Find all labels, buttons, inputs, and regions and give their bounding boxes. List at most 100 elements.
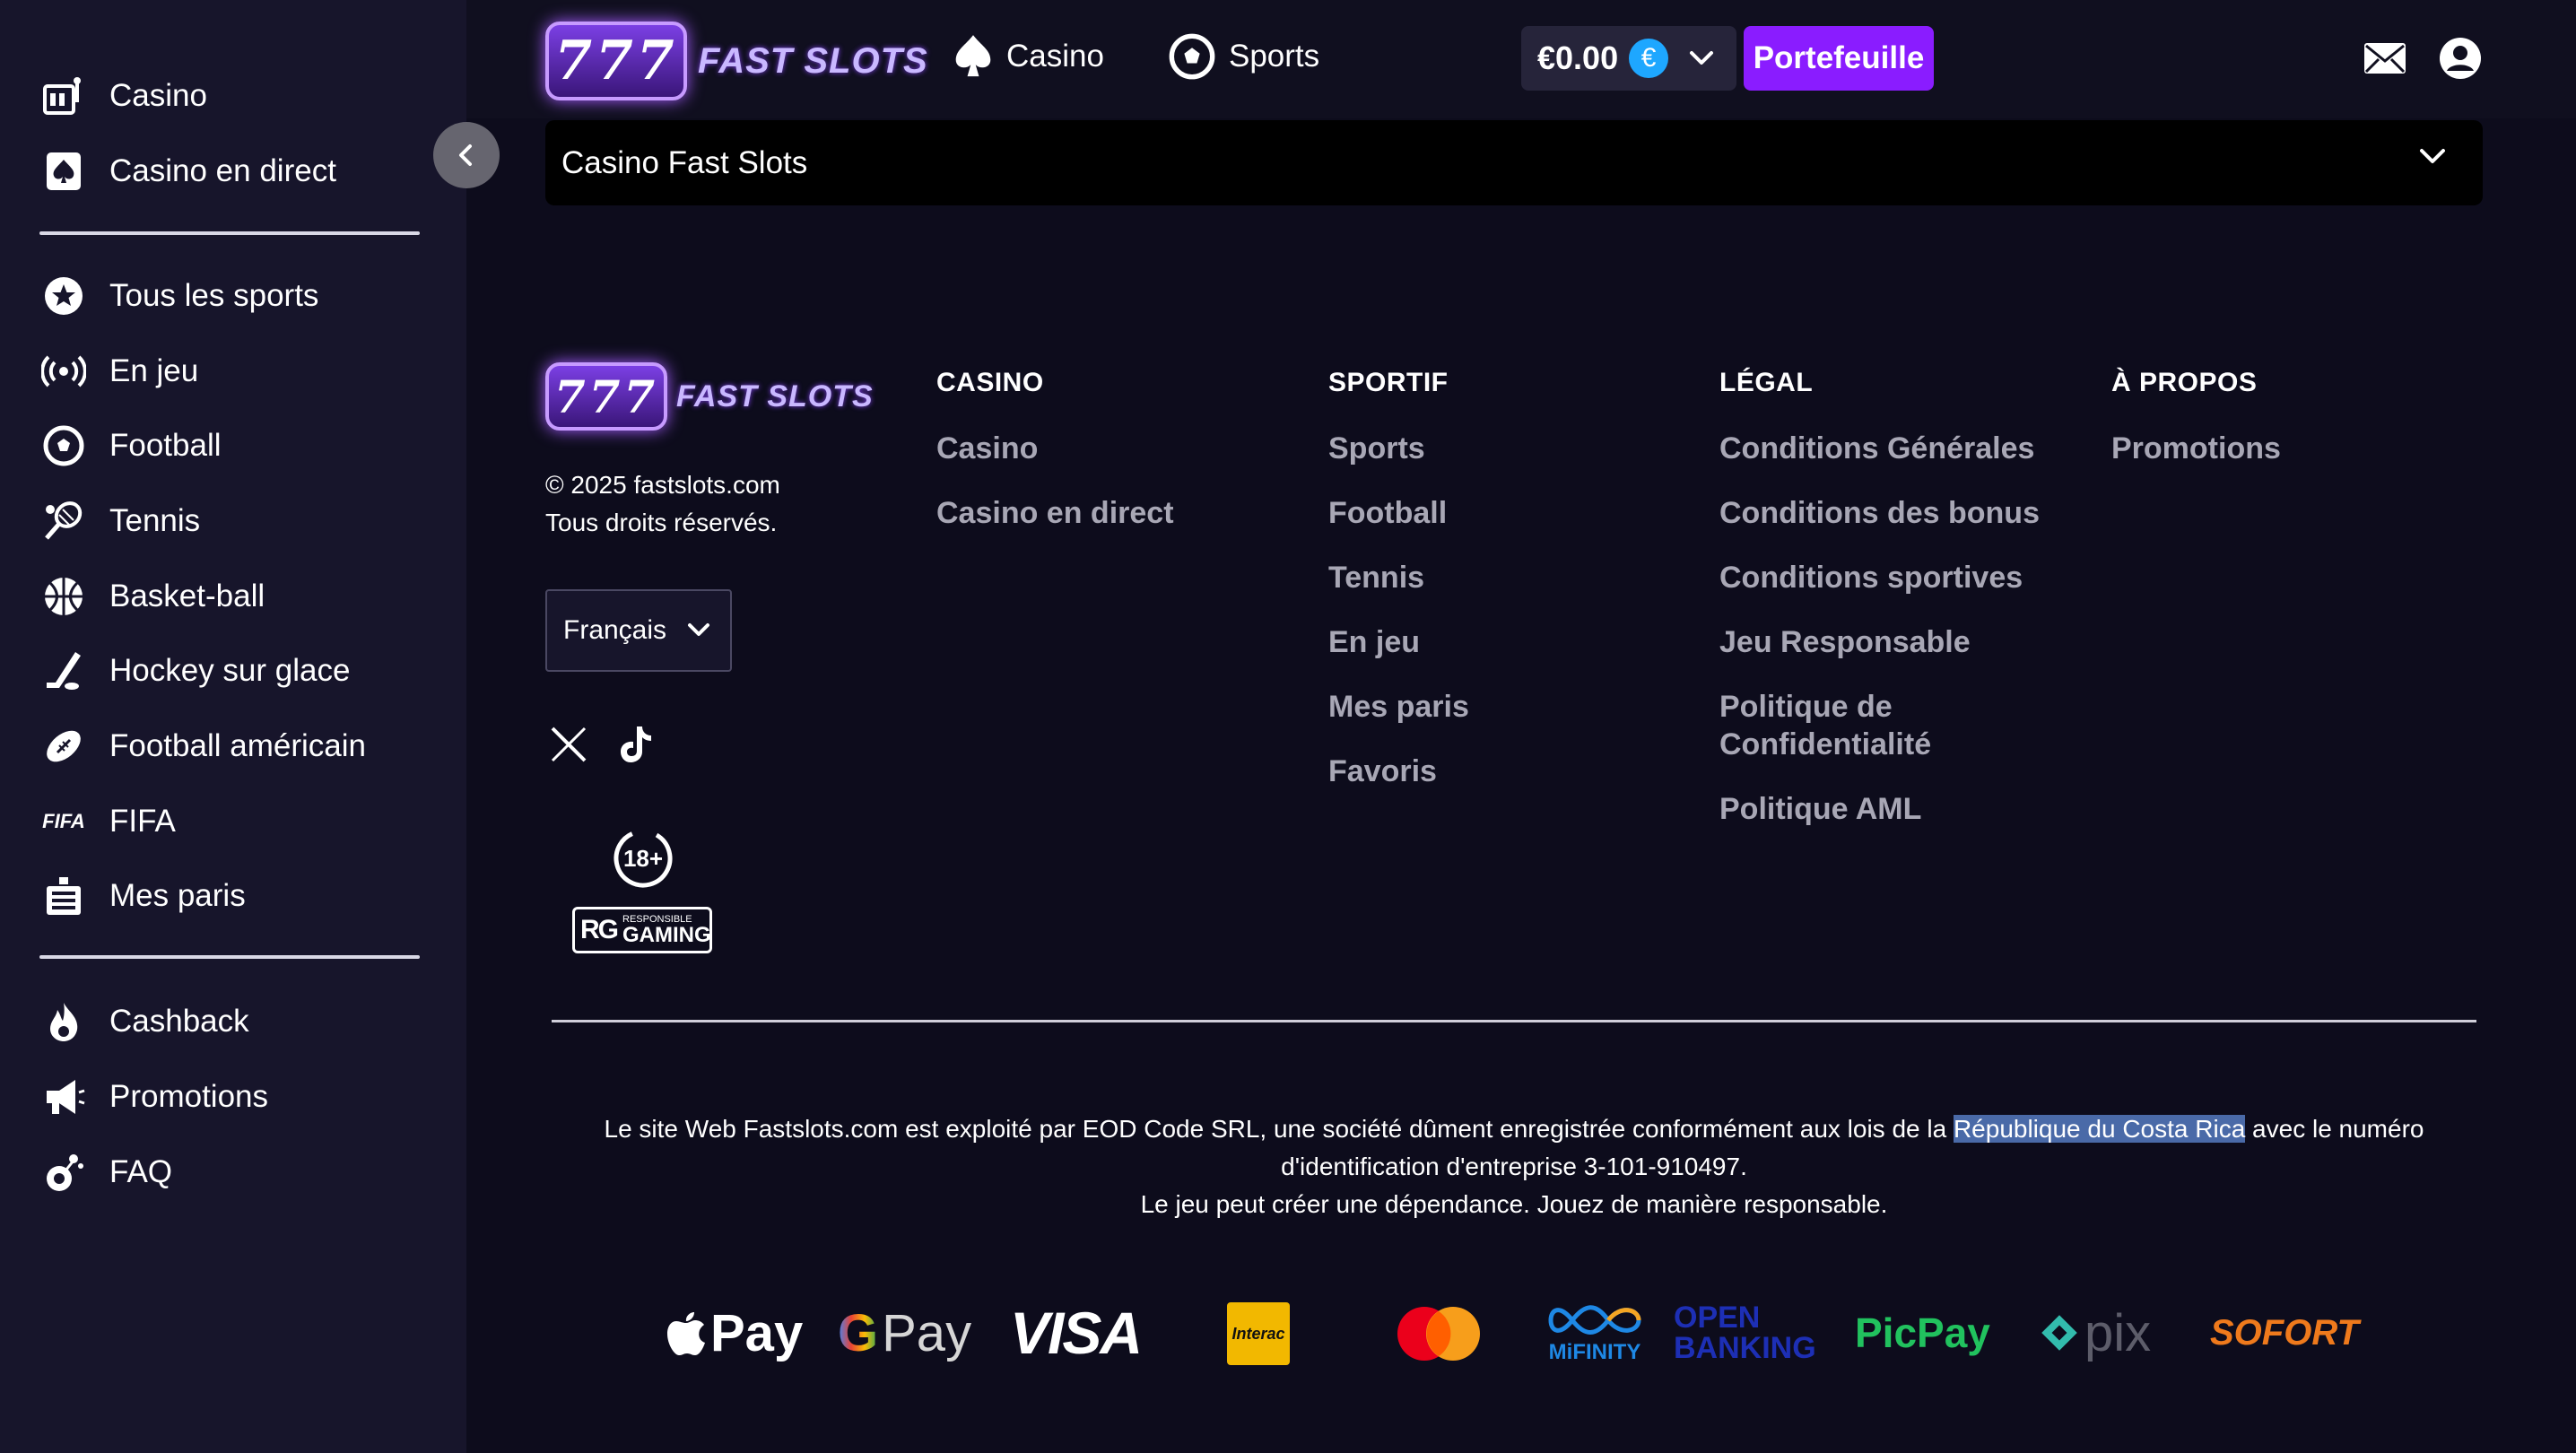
footer-link-tennis[interactable]: Tennis: [1328, 559, 1424, 596]
sidebar-item-label: Casino en direct: [109, 153, 336, 188]
sidebar-item-tennis[interactable]: Tennis: [39, 492, 200, 550]
sidebar-item-football[interactable]: Football: [39, 417, 222, 474]
footer-link-sports[interactable]: Sports: [1328, 430, 1425, 467]
balance-dropdown[interactable]: €0.00 €: [1521, 26, 1736, 91]
apple-pay-text: Pay: [710, 1303, 804, 1362]
copyright: © 2025 fastslots.com Tous droits réservé…: [545, 466, 780, 542]
nav-casino-label: Casino: [1006, 39, 1104, 74]
copyright-line1: © 2025 fastslots.com: [545, 471, 780, 499]
chevron-down-icon: [2420, 149, 2445, 163]
chevron-down-icon: [1690, 51, 1714, 65]
hockey-stick-icon: [39, 647, 88, 695]
soccer-ball-icon: [39, 422, 88, 470]
wallet-button[interactable]: Portefeuille: [1744, 26, 1934, 91]
sidebar-item-label: Football américain: [109, 728, 366, 763]
mail-icon[interactable]: [2361, 34, 2409, 83]
interac-logo: Interac: [1227, 1302, 1290, 1365]
sidebar-item-casino-en-direct[interactable]: Casino en direct: [39, 143, 336, 200]
sidebar-item-label: Casino: [109, 78, 207, 113]
tennis-racket-icon: [39, 497, 88, 545]
sidebar-item-cashback[interactable]: Cashback: [39, 993, 249, 1050]
footer-link-en-jeu[interactable]: En jeu: [1328, 623, 1420, 661]
sofort-logo: SOFORT: [2210, 1312, 2359, 1353]
tiktok-icon[interactable]: [614, 723, 657, 766]
basketball-icon: [39, 572, 88, 621]
sidebar-item-fifa[interactable]: FIFA FIFA: [39, 793, 176, 850]
apple-pay-logo: Pay: [666, 1295, 803, 1370]
logo-777: 777: [545, 362, 667, 431]
sidebar-item-label: Tennis: [109, 503, 201, 538]
sidebar-item-casino[interactable]: Casino: [39, 67, 207, 125]
sidebar-item-hockey-sur-glace[interactable]: Hockey sur glace: [39, 642, 350, 700]
footer-logo[interactable]: 777 FAST SLOTS: [545, 359, 874, 434]
language-select[interactable]: Français: [545, 589, 732, 672]
rg-big-text: GAMING: [622, 922, 711, 947]
age-text: 18+: [622, 844, 664, 872]
mifinity-text: MiFINITY: [1548, 1340, 1641, 1364]
sidebar-item-en-jeu[interactable]: En jeu: [39, 343, 198, 400]
logo-text: FAST SLOTS: [698, 40, 928, 81]
nav-casino[interactable]: Casino: [953, 27, 1104, 86]
google-g-icon: G: [838, 1303, 879, 1362]
sidebar-item-promotions[interactable]: Promotions: [39, 1068, 268, 1126]
sidebar-item-label: Hockey sur glace: [109, 653, 351, 688]
footer-link-conditions-generales[interactable]: Conditions Générales: [1719, 430, 2034, 467]
copyright-line2: Tous droits réservés.: [545, 509, 778, 536]
casino-fast-slots-accordion[interactable]: Casino Fast Slots: [545, 120, 2483, 205]
google-pay-text: Pay: [882, 1303, 972, 1362]
mifinity-logo: MiFINITY: [1539, 1295, 1650, 1370]
faq-icon: [39, 1148, 88, 1196]
footer-link-politique-aml[interactable]: Politique AML: [1719, 790, 1921, 828]
footer-link-casino[interactable]: Casino: [936, 430, 1038, 467]
legal-paragraph: Le site Web Fastslots.com est exploité p…: [552, 1110, 2476, 1186]
sidebar-item-mes-paris[interactable]: Mes paris: [39, 867, 246, 925]
accordion-title: Casino Fast Slots: [561, 144, 808, 180]
sidebar-item-basket-ball[interactable]: Basket-ball: [39, 568, 265, 625]
header-logo[interactable]: 777 FAST SLOTS: [545, 18, 928, 104]
x-icon[interactable]: [547, 723, 590, 766]
footer-link-football[interactable]: Football: [1328, 494, 1447, 532]
footer-link-promotions[interactable]: Promotions: [2111, 430, 2281, 467]
footer-link-conditions-sportives[interactable]: Conditions sportives: [1719, 559, 2023, 596]
open-banking-line2: BANKING: [1674, 1331, 1816, 1365]
legal-line3: Le jeu peut créer une dépendance. Jouez …: [1140, 1190, 1888, 1218]
collapse-sidebar-button[interactable]: [433, 122, 500, 188]
age-18-badge: 18+: [612, 827, 674, 890]
sidebar-item-football-americain[interactable]: Football américain: [39, 718, 366, 775]
footer-heading-casino: CASINO: [936, 368, 1044, 397]
footer-link-favoris[interactable]: Favoris: [1328, 753, 1437, 790]
sidebar-item-label: Cashback: [109, 1004, 249, 1039]
sidebar-divider: [39, 955, 420, 959]
chevron-down-icon: [688, 623, 710, 636]
american-football-icon: [39, 722, 88, 770]
sidebar-item-label: En jeu: [109, 353, 199, 388]
legal-text-part1: Le site Web Fastslots.com est exploité p…: [604, 1115, 1954, 1143]
footer-heading-sportif: SPORTIF: [1328, 368, 1449, 397]
legal-notice: Le site Web Fastslots.com est exploité p…: [552, 1110, 2476, 1223]
open-banking-logo: OPEN BANKING: [1674, 1299, 1821, 1367]
pix-diamond-icon: [2041, 1315, 2077, 1351]
footer-link-mes-paris[interactable]: Mes paris: [1328, 688, 1469, 726]
footer-link-conditions-bonus[interactable]: Conditions des bonus: [1719, 494, 2040, 532]
logo-text: FAST SLOTS: [676, 378, 874, 413]
spade-card-icon: [39, 147, 88, 196]
footer-link-casino-en-direct[interactable]: Casino en direct: [936, 494, 1174, 532]
footer-heading-a-propos: À PROPOS: [2111, 368, 2258, 397]
sidebar-item-tous-les-sports[interactable]: Tous les sports: [39, 267, 318, 325]
sidebar: Casino Casino en direct Tous les sports …: [0, 0, 466, 1453]
open-banking-line1: OPEN: [1674, 1301, 1761, 1335]
euro-icon: €: [1629, 39, 1669, 78]
sidebar-item-label: Promotions: [109, 1079, 269, 1114]
fifa-icon: FIFA: [42, 810, 85, 832]
google-pay-logo: G Pay: [838, 1295, 971, 1370]
user-icon[interactable]: [2436, 34, 2485, 83]
megaphone-icon: [39, 1073, 88, 1121]
footer-link-politique-confidentialite[interactable]: Politique de Confidentialité: [1719, 688, 2015, 763]
bet-slip-icon: [39, 872, 88, 920]
nav-sports[interactable]: Sports: [1168, 27, 1319, 86]
sidebar-item-label: Mes paris: [109, 878, 246, 913]
pix-text: pix: [2084, 1303, 2152, 1362]
footer-link-jeu-responsable[interactable]: Jeu Responsable: [1719, 623, 1971, 661]
sidebar-item-faq[interactable]: FAQ: [39, 1144, 172, 1201]
infinity-icon: [1548, 1305, 1641, 1335]
